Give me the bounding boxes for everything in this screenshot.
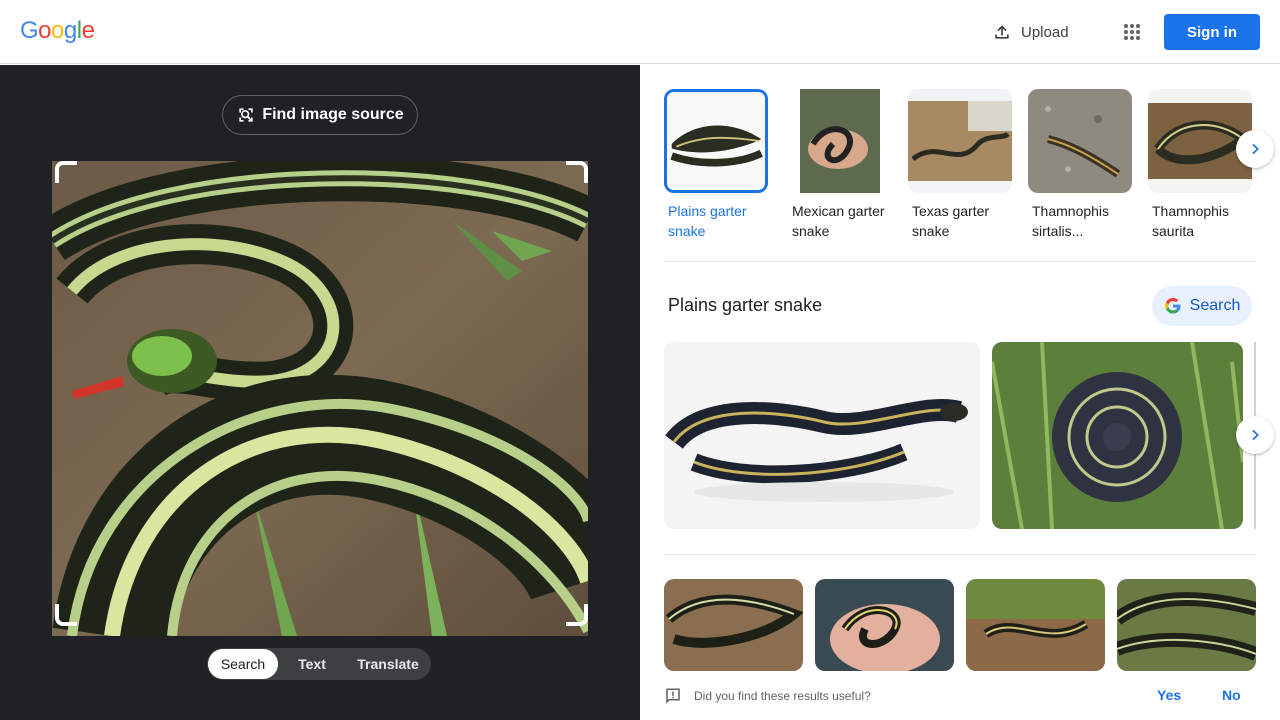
logo-letter: G bbox=[20, 17, 39, 44]
entity-thumbnail bbox=[664, 89, 768, 193]
tab-search[interactable]: Search bbox=[208, 649, 278, 679]
google-logo[interactable]: Google bbox=[20, 17, 95, 45]
result-image bbox=[1117, 579, 1256, 671]
result-image-card[interactable] bbox=[664, 342, 980, 529]
result-image bbox=[664, 579, 803, 671]
upload-icon bbox=[995, 25, 1009, 39]
results-panel: Plains garter snake Mexican garter snake bbox=[640, 65, 1280, 720]
logo-letter: e bbox=[81, 17, 95, 44]
chevron-right-icon bbox=[1252, 143, 1259, 155]
upload-button[interactable]: Upload bbox=[992, 20, 1069, 44]
crop-handle-top-right[interactable] bbox=[566, 161, 588, 183]
top-bar: Google Upload Sign in bbox=[0, 0, 1280, 64]
entity-label: Plains garter snake bbox=[668, 203, 747, 239]
result-image-card[interactable] bbox=[815, 579, 954, 671]
feedback-yes-button[interactable]: Yes bbox=[1157, 687, 1181, 703]
entity-chip[interactable]: Thamnophis saurita bbox=[1148, 89, 1252, 241]
search-entity-button[interactable]: Search bbox=[1152, 286, 1252, 326]
results-section-title: Plains garter snake bbox=[668, 295, 823, 315]
upload-label: Upload bbox=[1021, 23, 1069, 41]
entity-carousel: Plains garter snake Mexican garter snake bbox=[664, 89, 1264, 249]
crop-handle-bottom-right[interactable] bbox=[566, 604, 588, 626]
logo-letter: o bbox=[51, 17, 64, 44]
find-image-source-label: Find image source bbox=[262, 106, 404, 123]
tab-translate[interactable]: Translate bbox=[346, 649, 430, 679]
entity-thumbnail bbox=[788, 89, 892, 193]
entity-label: Thamnophis sirtalis... bbox=[1032, 203, 1110, 239]
google-g-icon bbox=[1164, 298, 1181, 314]
entity-thumbnail bbox=[1028, 89, 1132, 193]
feedback-no-button[interactable]: No bbox=[1222, 687, 1241, 703]
entity-thumbnail bbox=[908, 89, 1012, 193]
feedback-question: Did you find these results useful? bbox=[694, 689, 871, 703]
result-image-card[interactable] bbox=[664, 579, 803, 671]
result-image-card[interactable] bbox=[966, 579, 1105, 671]
entity-label: Mexican garter snake bbox=[792, 203, 885, 239]
crop-handle-top-left[interactable] bbox=[55, 161, 77, 183]
image-search-icon bbox=[239, 108, 253, 122]
logo-letter: o bbox=[38, 17, 52, 44]
entity-label: Thamnophis saurita bbox=[1152, 203, 1230, 239]
results-carousel-next-button[interactable] bbox=[1236, 416, 1274, 454]
feedback-bar: Did you find these results useful? Yes N… bbox=[664, 685, 1264, 707]
divider bbox=[664, 261, 1256, 262]
entity-chip[interactable]: Texas garter snake bbox=[908, 89, 1012, 241]
entity-carousel-next-button[interactable] bbox=[1236, 130, 1274, 168]
entity-chip[interactable]: Mexican garter snake bbox=[788, 89, 892, 241]
result-image-card[interactable] bbox=[992, 342, 1243, 529]
entity-label: Texas garter snake bbox=[912, 203, 990, 239]
find-image-source-button[interactable]: Find image source bbox=[222, 95, 418, 135]
result-image bbox=[664, 342, 980, 529]
result-image bbox=[966, 579, 1105, 671]
search-chip-label: Search bbox=[1189, 297, 1241, 314]
query-image[interactable] bbox=[52, 161, 588, 636]
tab-text[interactable]: Text bbox=[278, 649, 346, 679]
apps-grid-icon[interactable] bbox=[1120, 20, 1144, 44]
divider bbox=[664, 554, 1256, 555]
query-image-panel: Find image source Search Text Translate bbox=[0, 65, 640, 720]
feedback-icon bbox=[666, 688, 680, 704]
chevron-right-icon bbox=[1252, 429, 1259, 441]
entity-chip[interactable]: Plains garter snake bbox=[664, 89, 768, 241]
result-image bbox=[992, 342, 1243, 529]
crop-handle-bottom-left[interactable] bbox=[55, 604, 77, 626]
logo-letter: g bbox=[63, 17, 77, 44]
snake-photo bbox=[52, 161, 588, 636]
search-mode-tabs: Search Text Translate bbox=[207, 648, 431, 680]
result-image bbox=[815, 579, 954, 671]
result-image-card[interactable] bbox=[1117, 579, 1256, 671]
sign-in-button[interactable]: Sign in bbox=[1164, 14, 1260, 50]
entity-chip[interactable]: Thamnophis sirtalis... bbox=[1028, 89, 1132, 241]
